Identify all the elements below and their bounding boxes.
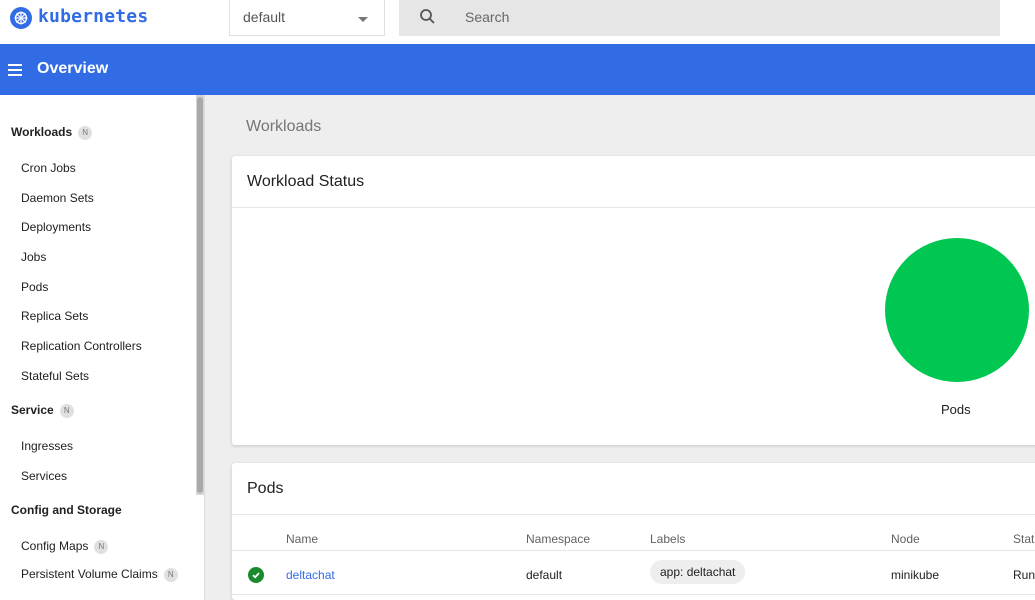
sidebar-section-config-and-storage[interactable]: Config and Storage	[11, 503, 122, 517]
brand-name[interactable]: kubernetes	[38, 6, 148, 27]
sidebar-scrollbar[interactable]	[196, 95, 204, 495]
pod-namespace: default	[526, 568, 563, 582]
sidebar-item-replication-controllers[interactable]: Replication Controllers	[21, 339, 142, 353]
search-icon	[419, 8, 437, 31]
sidebar-item-ingresses[interactable]: Ingresses	[21, 439, 73, 453]
pods-card: Pods Name Namespace Labels Node Stat del…	[232, 463, 1035, 600]
sidebar-item-cron-jobs[interactable]: Cron Jobs	[21, 161, 76, 175]
sidebar-item-daemon-sets[interactable]: Daemon Sets	[21, 191, 94, 205]
kubernetes-logo-icon[interactable]	[10, 7, 32, 29]
menu-icon[interactable]	[8, 64, 22, 79]
namespace-value: default	[243, 9, 286, 25]
sidebar-section-label: Service	[11, 403, 54, 417]
divider	[232, 514, 1035, 515]
sidebar-item-deployments[interactable]: Deployments	[21, 220, 91, 234]
sidebar-section-service[interactable]: Service N	[11, 403, 74, 418]
section-title: Workloads	[246, 118, 322, 135]
column-header-labels: Labels	[650, 532, 686, 546]
column-header-namespace[interactable]: Namespace	[526, 532, 590, 546]
column-header-node[interactable]: Node	[891, 532, 920, 546]
card-title: Pods	[247, 480, 284, 497]
sidebar-item-pods[interactable]: Pods	[21, 280, 48, 294]
divider	[232, 207, 1035, 208]
pod-status: Run	[1013, 568, 1035, 582]
pod-name-link[interactable]: deltachat	[286, 568, 335, 582]
search-bar[interactable]: Search	[399, 0, 1000, 36]
sidebar-item-config-maps[interactable]: Config Maps N	[21, 539, 109, 554]
sidebar-item-label: Persistent Volume Claims	[21, 567, 158, 581]
page-title: Overview	[37, 60, 109, 77]
namespace-select[interactable]: default	[229, 0, 385, 36]
main-content: Workloads Workload Status Pods Pods Name…	[206, 95, 1035, 600]
scrollbar-thumb[interactable]	[197, 97, 203, 493]
sidebar-item-services[interactable]: Services	[21, 469, 67, 483]
divider	[232, 550, 1035, 551]
page-header: Overview	[0, 44, 1035, 95]
search-input[interactable]: Search	[465, 9, 509, 25]
workload-status-card: Workload Status Pods	[232, 156, 1035, 445]
sidebar-item-persistent-volume-claims[interactable]: Persistent Volume Claims N	[21, 567, 178, 582]
namespaced-badge: N	[78, 125, 93, 140]
sidebar-item-jobs[interactable]: Jobs	[21, 250, 46, 264]
namespaced-badge: N	[94, 539, 109, 554]
pie-label: Pods	[941, 402, 971, 417]
namespaced-badge: N	[59, 403, 74, 418]
pod-node: minikube	[891, 568, 940, 582]
top-bar: kubernetes default Search	[0, 0, 1035, 44]
label-chip: app: deltachat	[650, 560, 746, 584]
namespaced-badge: N	[163, 567, 178, 582]
column-header-status[interactable]: Stat	[1013, 532, 1034, 546]
divider	[232, 594, 1035, 595]
sidebar-item-stateful-sets[interactable]: Stateful Sets	[21, 369, 89, 383]
sidebar-item-replica-sets[interactable]: Replica Sets	[21, 309, 88, 323]
sidebar-item-label: Config Maps	[21, 539, 89, 553]
pods-status-pie	[885, 238, 1029, 382]
chevron-down-icon	[358, 17, 368, 22]
sidebar-section-label: Workloads	[11, 125, 73, 139]
column-header-name[interactable]: Name	[286, 532, 318, 546]
card-title: Workload Status	[247, 173, 365, 190]
check-circle-icon	[248, 567, 264, 583]
sidebar: Workloads N Cron Jobs Daemon Sets Deploym…	[0, 95, 205, 600]
sidebar-section-workloads[interactable]: Workloads N	[11, 125, 93, 140]
